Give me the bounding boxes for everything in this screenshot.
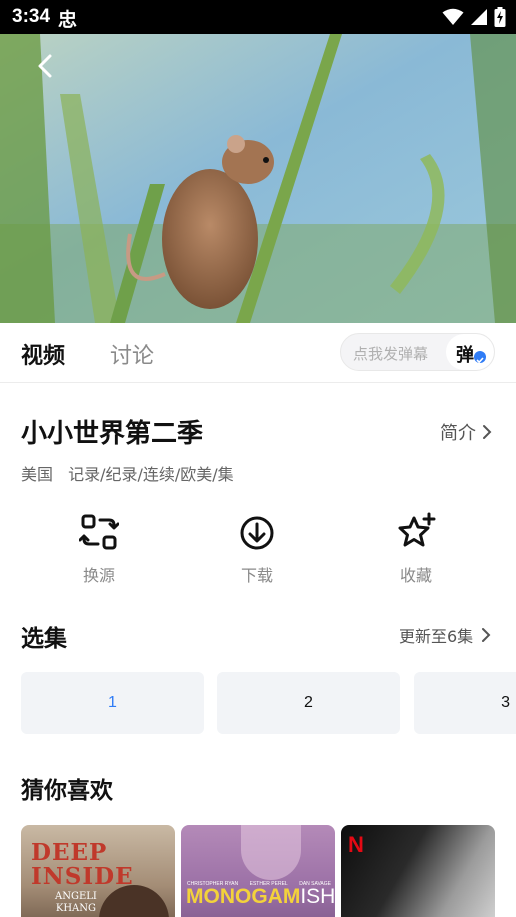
chevron-right-icon	[483, 425, 492, 439]
tab-video[interactable]: 视频	[21, 338, 65, 370]
poster-subtitle: ANGELI KHANG	[55, 891, 97, 914]
star-add-icon	[398, 512, 436, 547]
episodes-title: 选集	[21, 626, 67, 652]
episode-item[interactable]: 3	[414, 672, 516, 734]
favorite-label: 收藏	[399, 566, 432, 585]
tab-discussion[interactable]: 讨论	[110, 338, 154, 370]
status-icons	[442, 7, 506, 27]
danmu-input[interactable]: 点我发弹幕	[353, 343, 428, 364]
battery-charging-icon	[494, 7, 506, 27]
show-tags: 记录/纪录/连续/欧美/集	[68, 465, 234, 484]
switch-source-icon	[79, 514, 119, 550]
switch-source-button[interactable]: 换源	[49, 512, 149, 586]
status-time: 3:34	[12, 6, 51, 27]
episode-item[interactable]: 1	[21, 672, 204, 734]
switch-source-label: 换源	[82, 566, 115, 585]
video-player[interactable]	[0, 34, 516, 323]
download-button[interactable]: 下载	[207, 512, 307, 586]
episode-item[interactable]: 2	[217, 672, 400, 734]
download-icon	[240, 516, 274, 550]
show-meta: 美国 记录/纪录/连续/欧美/集	[21, 461, 234, 485]
danmu-toggle[interactable]: 弹	[446, 334, 494, 370]
wifi-icon	[442, 8, 464, 25]
signal-icon	[471, 9, 487, 25]
danmu-bar: 点我发弹幕 弹	[340, 333, 495, 371]
intro-button[interactable]: 简介	[440, 419, 492, 445]
tabs-bar: 视频 讨论 点我发弹幕 弹	[0, 323, 516, 383]
recommendation-poster[interactable]: CHRISTOPHER RYAN ESTHER PEREL DAN SAVAGE…	[181, 825, 335, 917]
download-label: 下载	[240, 566, 273, 585]
netflix-logo: N	[348, 832, 364, 857]
episodes-more-button[interactable]: 更新至6集	[399, 623, 491, 647]
show-region: 美国	[21, 465, 54, 484]
show-title: 小小世界第二季	[21, 419, 204, 449]
favorite-button[interactable]: 收藏	[366, 512, 466, 586]
poster-title: DEEP INSIDE	[31, 839, 134, 890]
back-button[interactable]	[28, 48, 64, 84]
episodes-more-label: 更新至6集	[399, 627, 474, 646]
poster-title: MONOGAMISH	[186, 885, 335, 908]
notification-icon: 忠	[58, 9, 78, 31]
check-icon	[474, 351, 486, 364]
video-frame	[0, 34, 516, 323]
status-bar: 3:34 忠	[0, 0, 516, 34]
recommendation-poster[interactable]: DEEP INSIDE ANGELI KHANG	[21, 825, 175, 917]
danmu-toggle-label: 弹	[456, 345, 474, 366]
chevron-right-icon	[482, 628, 491, 642]
recommendation-poster[interactable]: N	[341, 825, 495, 917]
poster-figure	[241, 825, 301, 880]
recommendations-title: 猜你喜欢	[21, 778, 113, 804]
intro-label: 简介	[440, 423, 476, 444]
